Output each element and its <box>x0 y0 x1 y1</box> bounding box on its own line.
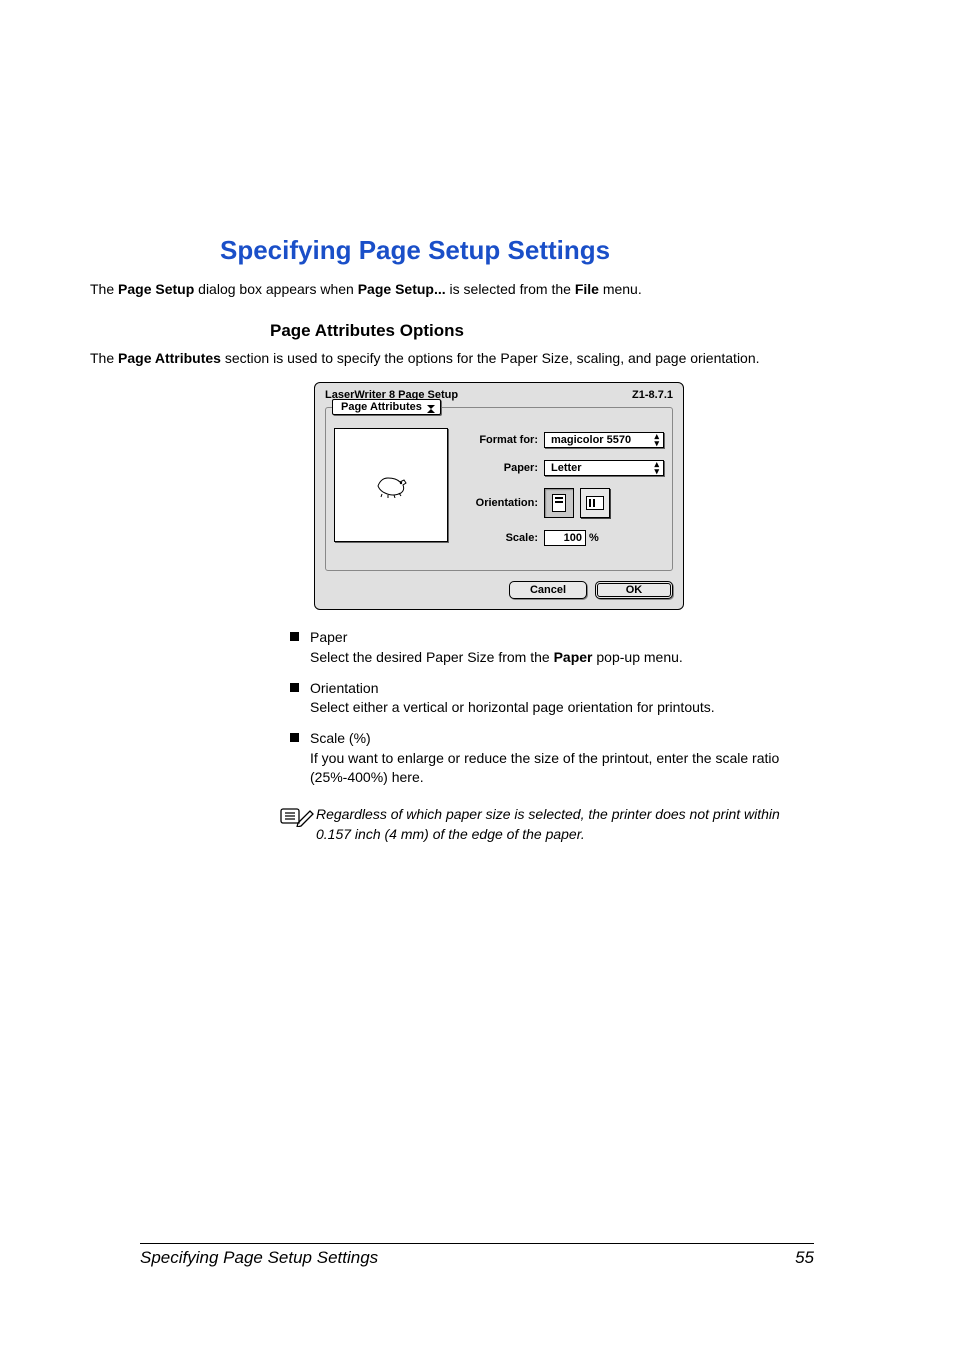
paper-select[interactable]: Letter ▴▾ <box>544 460 664 476</box>
dog-icon <box>372 472 410 498</box>
footer-title: Specifying Page Setup Settings <box>140 1248 378 1268</box>
list-item-scale: Scale (%) If you want to enlarge or redu… <box>290 729 864 799</box>
page-setup-dialog: LaserWriter 8 Page Setup Z1-8.7.1 Page A… <box>314 382 684 610</box>
cancel-button[interactable]: Cancel <box>509 581 587 599</box>
format-for-select[interactable]: magicolor 5570 ▴▾ <box>544 432 664 448</box>
orientation-portrait-button[interactable] <box>544 488 574 518</box>
list-item-paper: Paper Select the desired Paper Size from… <box>290 628 864 679</box>
dialog-version: Z1-8.7.1 <box>632 389 673 401</box>
section-heading: Specifying Page Setup Settings <box>220 235 864 266</box>
landscape-icon <box>586 496 604 510</box>
ok-button[interactable]: OK <box>595 581 673 599</box>
page-footer: Specifying Page Setup Settings 55 <box>140 1243 814 1268</box>
orientation-label: Orientation: <box>464 497 538 509</box>
footer-page-number: 55 <box>795 1248 814 1268</box>
format-for-label: Format for: <box>464 434 538 446</box>
attributes-intro: The Page Attributes section is used to s… <box>90 349 864 368</box>
page-preview <box>334 428 448 542</box>
scale-input[interactable]: 100 <box>544 530 586 546</box>
panel-select[interactable]: Page Attributes <box>332 399 441 415</box>
options-list: Paper Select the desired Paper Size from… <box>290 628 864 799</box>
intro-paragraph: The Page Setup dialog box appears when P… <box>90 280 864 299</box>
note-icon <box>280 805 314 832</box>
dropdown-arrow-icon: ▴▾ <box>654 433 659 447</box>
portrait-icon <box>552 494 566 512</box>
subheading-page-attributes: Page Attributes Options <box>270 321 864 341</box>
dropdown-arrow-icon: ▴▾ <box>654 461 659 475</box>
scale-label: Scale: <box>464 532 538 544</box>
list-item-orientation: Orientation Select either a vertical or … <box>290 679 864 730</box>
note-text: Regardless of which paper size is select… <box>316 805 804 844</box>
scale-unit: % <box>589 532 599 544</box>
paper-label: Paper: <box>464 462 538 474</box>
orientation-landscape-button[interactable] <box>580 488 610 518</box>
